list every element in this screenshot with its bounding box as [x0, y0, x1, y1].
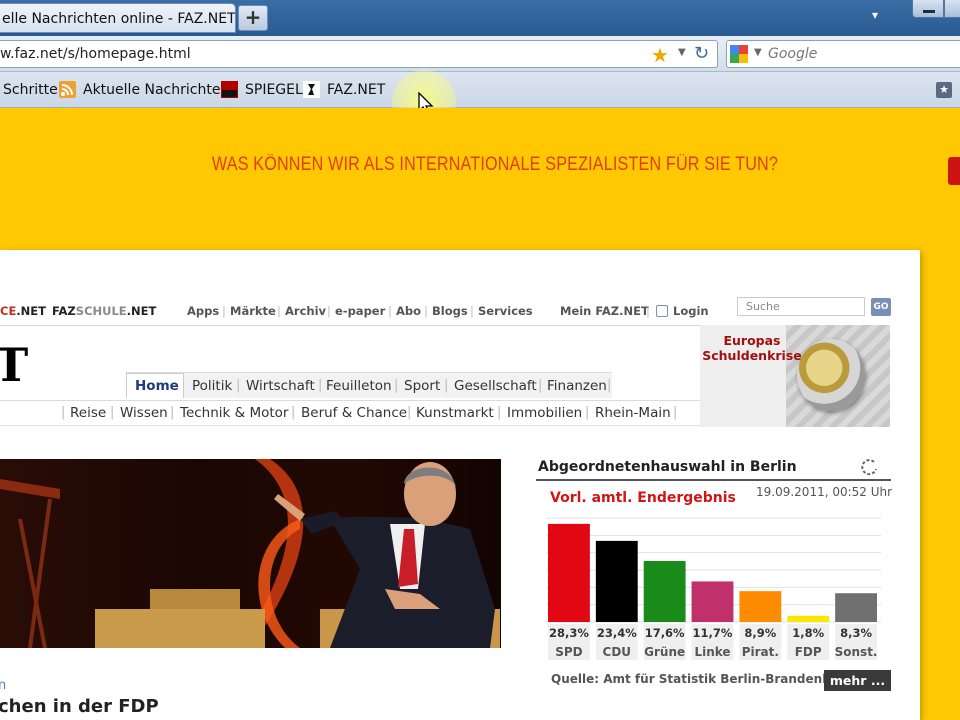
promo-teaser[interactable]: Europas Schuldenkrise — [700, 325, 890, 427]
url-text[interactable]: w.faz.net/s/homepage.html — [0, 46, 191, 62]
browser-titlebar: elle Nachrichten online - FAZ.NET + ▾ — [0, 0, 960, 36]
spiegel-icon — [221, 81, 238, 98]
election-timestamp: 19.09.2011, 00:52 Uhr — [756, 485, 893, 499]
subnav-immobilien[interactable]: Immobilien — [507, 405, 582, 421]
nav-tab-wirtschaft[interactable]: Wirtschaft — [246, 378, 315, 394]
chart-bar-spd[interactable] — [548, 523, 590, 622]
chart-category-label: SPD — [555, 645, 582, 659]
bookmarks-menu-icon[interactable]: ★ — [936, 82, 952, 98]
lead-article-photo[interactable] — [0, 459, 501, 648]
top-link-blogs[interactable]: Blogs — [432, 304, 468, 318]
chart-bar-fdp[interactable] — [787, 615, 830, 622]
chart-value-label: 28,3% — [549, 626, 589, 640]
google-icon[interactable] — [730, 45, 748, 63]
chart-value-label: 1,8% — [792, 626, 824, 640]
chart-value-label: 11,7% — [693, 626, 733, 640]
chart-bar-pirat[interactable] — [739, 591, 782, 622]
nav-tab-feuilleton[interactable]: Feuilleton — [326, 378, 392, 394]
nav-tab-home[interactable]: Home — [135, 378, 179, 394]
tab-title: elle Nachrichten online - FAZ.NET — [2, 11, 236, 27]
election-widget-title[interactable]: Abgeordnetenhauswahl in Berlin — [538, 459, 797, 475]
top-link-fazschule[interactable]: FAZSCHULE.NET — [52, 304, 156, 318]
election-results-chart[interactable]: 28,3% SPD 23,4% CDU 17,6% Grüne 11,7% Linke 8,9%… — [536, 504, 891, 664]
nav-tab-sport[interactable]: Sport — [404, 378, 440, 394]
article-headline[interactable]: chen in der FDP — [0, 696, 159, 717]
my-faz-link[interactable]: Mein FAZ.NET — [560, 304, 649, 318]
subnav-beruf-chance[interactable]: Beruf & Chance — [301, 405, 407, 421]
site-logo[interactable]: T — [0, 338, 28, 392]
site-search-input[interactable]: Suche — [737, 297, 865, 316]
bookmarks-toolbar: Schritte Aktuelle Nachrichten SPIEGEL FA… — [0, 72, 960, 108]
bookmark-spiegel[interactable]: SPIEGEL — [245, 82, 303, 98]
address-bar[interactable]: w.faz.net/s/homepage.html ★ ▼ ↻ — [0, 40, 718, 68]
promo-text[interactable]: Europas Schuldenkrise — [702, 333, 802, 363]
election-source: Quelle: Amt für Statistik Berlin-Branden… — [551, 672, 854, 686]
chart-value-label: 17,6% — [645, 626, 685, 640]
main-navigation: Home Politik | Wirtschaft | Feuilleton |… — [126, 372, 612, 398]
bookmark-aktuelle-nachrichten[interactable]: Aktuelle Nachrichten — [83, 82, 229, 98]
chart-bar-cdu[interactable] — [595, 540, 638, 622]
subnav-kunstmarkt[interactable]: Kunstmarkt — [416, 405, 494, 421]
talkshow-scene-image — [0, 459, 500, 648]
subnav-reise[interactable]: Reise — [70, 405, 106, 421]
new-tab-button[interactable]: + — [238, 5, 268, 31]
chart-category-label: FDP — [795, 645, 822, 659]
nav-tab-politik[interactable]: Politik — [192, 378, 232, 394]
faz-icon — [303, 81, 320, 98]
euro-coin-image — [797, 339, 865, 411]
chart-bar-linke[interactable] — [691, 581, 734, 622]
chart-category-label: Pirat. — [742, 645, 779, 659]
rss-icon — [59, 81, 76, 98]
top-link-abo[interactable]: Abo — [396, 304, 421, 318]
subnav-technik-motor[interactable]: Technik & Motor — [180, 405, 288, 421]
search-engine-dropdown-icon[interactable]: ▼ — [754, 47, 762, 58]
chart-category-label: Grüne — [644, 645, 685, 659]
chart-value-label: 23,4% — [597, 626, 637, 640]
top-link-epaper[interactable]: e-paper — [335, 304, 385, 318]
nav-bottom-divider — [0, 425, 700, 426]
search-bar[interactable]: ▼ Google — [726, 40, 960, 68]
top-link-apps[interactable]: Apps — [187, 304, 219, 318]
navigation-toolbar: w.faz.net/s/homepage.html ★ ▼ ↻ ▼ Google — [0, 36, 960, 72]
top-link-maerkte[interactable]: Märkte — [230, 304, 276, 318]
refresh-icon[interactable] — [859, 457, 879, 477]
top-link-services[interactable]: Services — [478, 304, 533, 318]
chart-value-label: 8,3% — [840, 626, 872, 640]
article-kicker[interactable]: n — [0, 678, 6, 693]
chart-category-label: Sonst. — [835, 645, 878, 659]
chart-value-label: 8,9% — [744, 626, 776, 640]
ad-banner[interactable]: WAS KÖNNEN WIR ALS INTERNATIONALE SPEZIA… — [0, 108, 960, 250]
search-input[interactable]: Google — [768, 46, 817, 62]
tab-list-chevron-icon[interactable]: ▾ — [872, 8, 878, 22]
top-link-partner-net[interactable]: CE.NET — [0, 304, 46, 318]
minimize-button[interactable] — [912, 0, 944, 18]
url-history-dropdown-icon[interactable]: ▼ — [678, 47, 686, 58]
login-link[interactable]: Login — [673, 304, 709, 318]
widget-divider — [536, 479, 891, 481]
browser-tab[interactable]: elle Nachrichten online - FAZ.NET — [0, 3, 236, 33]
chart-category-label: CDU — [603, 645, 632, 659]
bookmark-faz-net[interactable]: FAZ.NET — [327, 82, 385, 98]
subnav-rhein-main[interactable]: Rhein-Main — [595, 405, 671, 421]
more-button[interactable]: mehr ... — [824, 670, 891, 691]
nav-tab-finanzen[interactable]: Finanzen — [547, 378, 607, 394]
webpage: CE.NET FAZSCHULE.NET Apps | Märkte | Arc… — [0, 250, 920, 720]
ad-text[interactable]: WAS KÖNNEN WIR ALS INTERNATIONALE SPEZIA… — [74, 154, 916, 176]
subnav-wissen[interactable]: Wissen — [120, 405, 168, 421]
site-search-go-button[interactable]: GO — [871, 298, 891, 316]
top-link-archiv[interactable]: Archiv — [285, 304, 326, 318]
chart-bar-grüne[interactable] — [643, 560, 686, 622]
reload-icon[interactable]: ↻ — [694, 43, 709, 64]
subnav-divider — [0, 400, 700, 401]
bookmark-star-icon[interactable]: ★ — [651, 43, 669, 67]
lock-icon — [656, 305, 668, 317]
nav-tab-gesellschaft[interactable]: Gesellschaft — [454, 378, 537, 394]
ad-side-tab[interactable] — [948, 157, 960, 185]
maximize-button[interactable] — [944, 0, 960, 18]
chart-bar-sonst[interactable] — [835, 593, 877, 622]
chart-category-label: Linke — [694, 645, 730, 659]
bookmark-schritte[interactable]: Schritte — [3, 82, 58, 98]
